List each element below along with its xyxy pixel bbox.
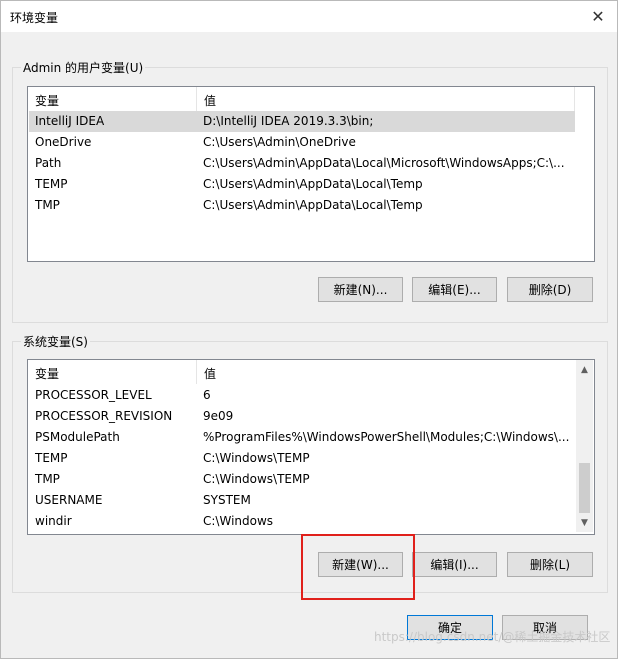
variable-value-cell: %ProgramFiles%\WindowsPowerShell\Modules… bbox=[203, 430, 570, 444]
variable-value-cell: C:\Windows bbox=[203, 514, 274, 528]
variable-name-cell: TEMP bbox=[35, 451, 68, 465]
table-row[interactable]: TMP C:\Windows\TEMP bbox=[29, 469, 575, 490]
column-header-value[interactable]: 值 bbox=[204, 365, 216, 382]
table-row[interactable]: windir C:\Windows bbox=[29, 511, 575, 532]
variable-value-cell: C:\Users\Admin\AppData\Local\Temp bbox=[203, 177, 423, 191]
system-edit-button[interactable]: 编辑(I)... bbox=[412, 552, 497, 577]
table-row[interactable]: OneDrive C:\Users\Admin\OneDrive bbox=[29, 132, 575, 153]
system-delete-button[interactable]: 删除(L) bbox=[507, 552, 593, 577]
table-row[interactable]: Path C:\Users\Admin\AppData\Local\Microso… bbox=[29, 153, 575, 174]
highlight-annotation bbox=[301, 534, 415, 600]
scroll-up-icon[interactable]: ▲ bbox=[576, 362, 593, 379]
user-edit-button[interactable]: 编辑(E)... bbox=[412, 277, 497, 302]
list-header: 变量 值 bbox=[28, 360, 594, 384]
variable-value-cell: C:\Users\Admin\OneDrive bbox=[203, 135, 356, 149]
variable-value-cell: SYSTEM bbox=[203, 493, 251, 507]
user-new-button[interactable]: 新建(N)... bbox=[318, 277, 403, 302]
watermark: https://blog.csdn.net/@稀土掘金技术社区 bbox=[374, 630, 611, 644]
column-header-variable[interactable]: 变量 bbox=[35, 92, 59, 109]
list-header: 变量 值 bbox=[28, 87, 594, 111]
table-row[interactable]: PSModulePath %ProgramFiles%\WindowsPowerS… bbox=[29, 427, 575, 448]
table-row[interactable]: TMP C:\Users\Admin\AppData\Local\Temp bbox=[29, 195, 575, 216]
table-row[interactable]: TEMP C:\Users\Admin\AppData\Local\Temp bbox=[29, 174, 575, 195]
scroll-down-icon[interactable]: ▼ bbox=[576, 515, 593, 532]
variable-name-cell: OneDrive bbox=[35, 135, 92, 149]
variable-value-cell: C:\Windows\TEMP bbox=[203, 472, 310, 486]
user-variables-label: Admin 的用户变量(U) bbox=[21, 59, 146, 76]
variable-value-cell: 6 bbox=[203, 388, 211, 402]
variable-value-cell: D:\IntelliJ IDEA 2019.3.3\bin; bbox=[203, 114, 374, 128]
table-row[interactable]: IntelliJ IDEA D:\IntelliJ IDEA 2019.3.3\b… bbox=[29, 111, 575, 132]
variable-value-cell: C:\Users\Admin\AppData\Local\Temp bbox=[203, 198, 423, 212]
user-delete-button[interactable]: 删除(D) bbox=[507, 277, 593, 302]
column-header-value[interactable]: 值 bbox=[204, 92, 216, 109]
scrollbar-thumb[interactable] bbox=[579, 463, 590, 513]
close-icon[interactable]: ✕ bbox=[579, 1, 617, 32]
system-variables-list[interactable]: 变量 值 PROCESSOR_LEVEL 6 PROCESSOR_REVISION 9… bbox=[27, 359, 595, 535]
title-bar: 环境变量 ✕ bbox=[1, 1, 617, 32]
variable-value-cell: C:\Windows\TEMP bbox=[203, 451, 310, 465]
variable-name-cell: USERNAME bbox=[35, 493, 103, 507]
window-title: 环境变量 bbox=[10, 11, 59, 25]
variable-name-cell: TMP bbox=[35, 472, 60, 486]
table-row[interactable]: USERNAME SYSTEM bbox=[29, 490, 575, 511]
variable-name-cell: windir bbox=[35, 514, 72, 528]
variable-value-cell: 9e09 bbox=[203, 409, 234, 423]
variable-name-cell: PROCESSOR_REVISION bbox=[35, 409, 173, 423]
user-variables-list[interactable]: 变量 值 IntelliJ IDEA D:\IntelliJ IDEA 2019.… bbox=[27, 86, 595, 262]
environment-variables-dialog: 环境变量 ✕ Admin 的用户变量(U) 变量 值 IntelliJ IDEA… bbox=[0, 0, 618, 659]
variable-name-cell: PROCESSOR_LEVEL bbox=[35, 388, 152, 402]
vertical-scrollbar[interactable]: ▲ ▼ bbox=[576, 360, 593, 532]
table-row[interactable]: PROCESSOR_REVISION 9e09 bbox=[29, 406, 575, 427]
variable-name-cell: TEMP bbox=[35, 177, 68, 191]
variable-value-cell: C:\Users\Admin\AppData\Local\Microsoft\W… bbox=[203, 156, 565, 170]
variable-name-cell: PSModulePath bbox=[35, 430, 120, 444]
variable-name-cell: Path bbox=[35, 156, 62, 170]
variable-name-cell: TMP bbox=[35, 198, 60, 212]
column-header-variable[interactable]: 变量 bbox=[35, 365, 59, 382]
table-row[interactable]: TEMP C:\Windows\TEMP bbox=[29, 448, 575, 469]
table-row[interactable]: PROCESSOR_LEVEL 6 bbox=[29, 385, 575, 406]
system-variables-label: 系统变量(S) bbox=[21, 333, 90, 350]
variable-name-cell: IntelliJ IDEA bbox=[35, 114, 105, 128]
